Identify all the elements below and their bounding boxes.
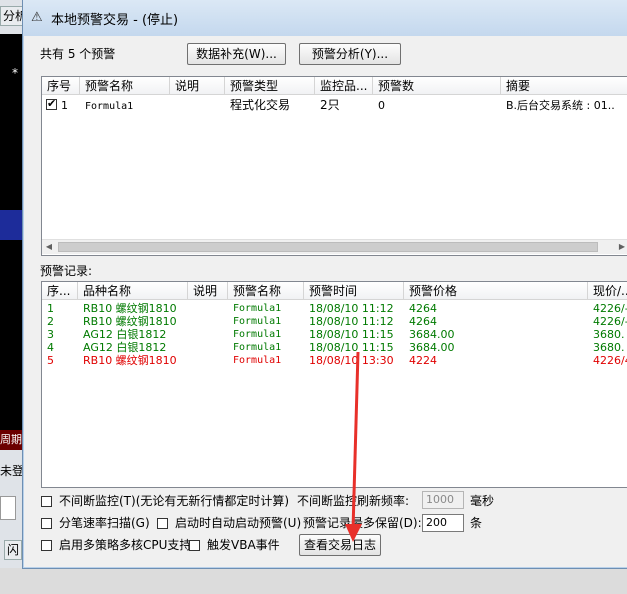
keep-records-input[interactable]: 200 [422, 514, 464, 532]
record-seq: 2 [47, 315, 54, 328]
record-seq: 4 [47, 341, 54, 354]
records-label: 预警记录: [40, 264, 93, 278]
alert-count-text: 共有 5 个预警 [40, 47, 116, 61]
col-summary[interactable]: 摘要 [501, 77, 627, 95]
refresh-rate-input[interactable]: 1000 [422, 491, 464, 509]
record-product: AG12 白银1812 [83, 328, 167, 341]
auto-start-label: 启动时自动启动预警(U) [175, 516, 302, 530]
bg-period-label: 周期 [0, 430, 22, 450]
record-product: RB10 螺纹钢1810 [83, 354, 177, 367]
vba-event-checkbox[interactable] [189, 540, 200, 551]
alert-trading-window: ⚠ 本地预警交易 - (停止) 共有 5 个预警 数据补充(W)... 预警分析… [22, 0, 627, 569]
multi-cpu-checkbox[interactable] [41, 540, 52, 551]
records-row[interactable]: 1 RB10 螺纹钢1810 Formula1 18/08/10 11:12 4264 4… [42, 302, 627, 315]
alerts-table: 序号 预警名称 说明 预警类型 监控品... 预警数 摘要 1 Formula1… [41, 76, 627, 256]
window-title: 本地预警交易 - (停止) [51, 13, 179, 28]
record-product: RB10 螺纹钢1810 [83, 315, 177, 328]
rec-col-seq[interactable]: 序... [42, 282, 78, 300]
record-price: 3684.00 [409, 328, 455, 341]
record-seq: 1 [47, 302, 54, 315]
record-seq: 5 [47, 354, 54, 367]
col-note[interactable]: 说明 [170, 77, 225, 95]
rec-col-alert[interactable]: 预警名称 [228, 282, 304, 300]
row-count: 0 [378, 99, 385, 112]
row-name: Formula1 [85, 101, 134, 112]
record-price: 4264 [409, 315, 437, 328]
record-price: 4224 [409, 354, 437, 367]
col-count[interactable]: 预警数 [373, 77, 501, 95]
record-now: 3680. [593, 341, 625, 354]
bg-bottom-bar [0, 568, 627, 594]
rec-col-product[interactable]: 品种名称 [78, 282, 188, 300]
record-now: 3680. [593, 328, 625, 341]
record-alert: Formula1 [233, 355, 282, 366]
warning-icon: ⚠ [31, 10, 43, 25]
rec-col-now[interactable]: 现价/... [588, 282, 627, 300]
record-alert: Formula1 [233, 303, 282, 314]
keep-records-label: 预警记录最多保留(D): [303, 516, 422, 530]
record-product: AG12 白银1812 [83, 341, 167, 354]
table-row[interactable]: 1 Formula1 程式化交易 2只 0 B.后台交易系统 : 01.. [42, 97, 627, 113]
tick-scan-checkbox[interactable] [41, 518, 52, 529]
row-seq: 1 [61, 99, 68, 112]
scroll-left-icon[interactable]: ◀ [42, 240, 56, 254]
col-name[interactable]: 预警名称 [80, 77, 170, 95]
refresh-rate-label: 不间断监控刷新频率: [297, 494, 410, 508]
record-product: RB10 螺纹钢1810 [83, 302, 177, 315]
col-seq[interactable]: 序号 [42, 77, 80, 95]
row-summary: B.后台交易系统 : 01.. [506, 99, 615, 112]
row-items: 2只 [320, 99, 340, 112]
record-time: 18/08/10 11:12 [309, 315, 394, 328]
row-type: 程式化交易 [230, 99, 291, 112]
bg-input[interactable] [0, 496, 16, 520]
alerts-hscrollbar[interactable]: ◀ ▶ [42, 239, 627, 254]
continuous-monitor-checkbox[interactable] [41, 496, 52, 507]
record-price: 3684.00 [409, 341, 455, 354]
record-now: 4226/4 [593, 354, 627, 367]
record-alert: Formula1 [233, 342, 282, 353]
record-price: 4264 [409, 302, 437, 315]
keep-unit-label: 条 [470, 516, 483, 530]
rec-col-time[interactable]: 预警时间 [304, 282, 404, 300]
records-table: 序... 品种名称 说明 预警名称 预警时间 预警价格 现价/... 1 RB10… [41, 281, 627, 488]
multi-cpu-label: 启用多策略多核CPU支持 [59, 538, 192, 552]
record-seq: 3 [47, 328, 54, 341]
tick-scan-label: 分笔速率扫描(G) [59, 516, 150, 530]
record-time: 18/08/10 13:30 [309, 354, 394, 367]
records-row[interactable]: 4 AG12 白银1812 Formula1 18/08/10 11:15 3684.0… [42, 341, 627, 354]
scroll-thumb[interactable] [58, 242, 598, 252]
refresh-unit-label: 毫秒 [470, 494, 495, 508]
data-fill-button[interactable]: 数据补充(W)... [187, 43, 286, 65]
continuous-monitor-label: 不间断监控(T)(无论有无新行情都定时计算) [59, 494, 290, 508]
record-now: 4226/- [593, 302, 627, 315]
rec-col-note[interactable]: 说明 [188, 282, 228, 300]
rec-col-price[interactable]: 预警价格 [404, 282, 588, 300]
bg-selected-row [0, 210, 22, 240]
record-time: 18/08/10 11:12 [309, 302, 394, 315]
vba-event-label: 触发VBA事件 [207, 538, 280, 552]
record-alert: Formula1 [233, 316, 282, 327]
col-items[interactable]: 监控品... [315, 77, 373, 95]
alert-analysis-button[interactable]: 预警分析(Y)... [299, 43, 401, 65]
window-client: 共有 5 个预警 数据补充(W)... 预警分析(Y)... 序号 预警名称 说… [31, 36, 627, 560]
view-trade-log-button[interactable]: 查看交易日志 [299, 534, 381, 556]
bg-flash-button[interactable]: 闪 [4, 540, 23, 560]
record-alert: Formula1 [233, 329, 282, 340]
title-bar[interactable]: ⚠ 本地预警交易 - (停止) [23, 0, 627, 36]
auto-start-checkbox[interactable] [157, 518, 168, 529]
row-enable-checkbox[interactable] [46, 97, 57, 110]
record-time: 18/08/10 11:15 [309, 341, 394, 354]
record-time: 18/08/10 11:15 [309, 328, 394, 341]
col-type[interactable]: 预警类型 [225, 77, 315, 95]
bg-star: * [12, 66, 18, 80]
bg-login-label: 未登 [0, 464, 25, 478]
scroll-right-icon[interactable]: ▶ [615, 240, 627, 254]
records-row[interactable]: 2 RB10 螺纹钢1810 Formula1 18/08/10 11:12 4264 4… [42, 315, 627, 328]
records-row[interactable]: 5 RB10 螺纹钢1810 Formula1 18/08/10 13:30 4224 4… [42, 354, 627, 367]
records-row[interactable]: 3 AG12 白银1812 Formula1 18/08/10 11:15 3684.0… [42, 328, 627, 341]
record-now: 4226/- [593, 315, 627, 328]
